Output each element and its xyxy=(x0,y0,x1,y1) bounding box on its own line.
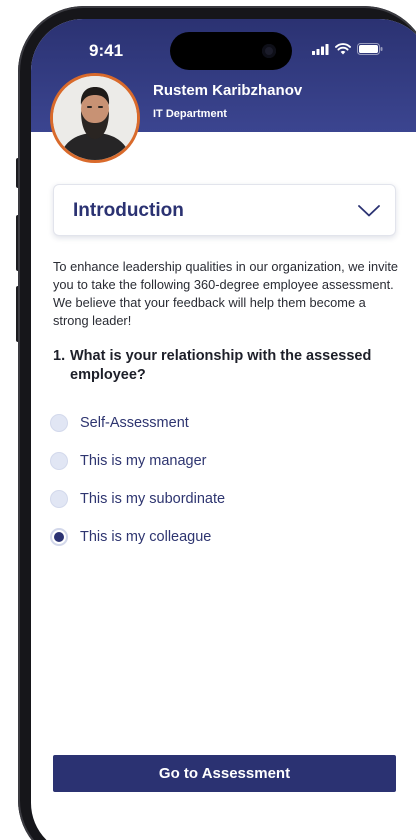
status-bar: 9:41 xyxy=(31,19,416,75)
camera-lens xyxy=(262,44,276,58)
relationship-options: Self-Assessment This is my manager This … xyxy=(50,404,225,556)
chevron-down-icon xyxy=(358,204,380,222)
intro-text: To enhance leadership qualities in our o… xyxy=(53,259,399,328)
option-label: This is my colleague xyxy=(80,529,212,545)
option-label: This is my manager xyxy=(80,453,207,469)
avatar xyxy=(50,73,140,163)
question-text: What is your relationship with the asses… xyxy=(70,348,372,383)
go-to-assessment-button[interactable]: Go to Assessment xyxy=(53,755,396,792)
user-name: Rustem Karibzhanov xyxy=(153,82,303,99)
dynamic-island xyxy=(170,32,292,70)
user-department: IT Department xyxy=(153,108,227,120)
option-label: This is my subordinate xyxy=(80,491,226,507)
status-icons xyxy=(312,43,383,55)
option-subordinate[interactable]: This is my subordinate xyxy=(50,480,225,518)
app-screen: 9:41 Rustem Karibzhanov IT Department In… xyxy=(31,19,416,840)
radio-button-selected[interactable] xyxy=(50,528,68,546)
wifi-icon xyxy=(335,43,351,55)
option-label: Self-Assessment xyxy=(80,415,189,431)
battery-icon xyxy=(357,43,383,55)
section-dropdown[interactable]: Introduction xyxy=(53,184,396,236)
question-title: 1. What is your relationship with the as… xyxy=(53,347,383,385)
radio-button[interactable] xyxy=(50,414,68,432)
radio-button[interactable] xyxy=(50,452,68,470)
option-manager[interactable]: This is my manager xyxy=(50,442,225,480)
radio-button[interactable] xyxy=(50,490,68,508)
phone-mockup: 9:41 Rustem Karibzhanov IT Department In… xyxy=(0,0,416,840)
question-number: 1. xyxy=(53,348,66,364)
cellular-signal-icon xyxy=(312,43,329,55)
avatar-photo xyxy=(53,76,137,160)
option-self-assessment[interactable]: Self-Assessment xyxy=(50,404,225,442)
option-colleague[interactable]: This is my colleague xyxy=(50,518,225,556)
dropdown-selected-label: Introduction xyxy=(73,200,184,221)
status-time: 9:41 xyxy=(89,41,124,60)
